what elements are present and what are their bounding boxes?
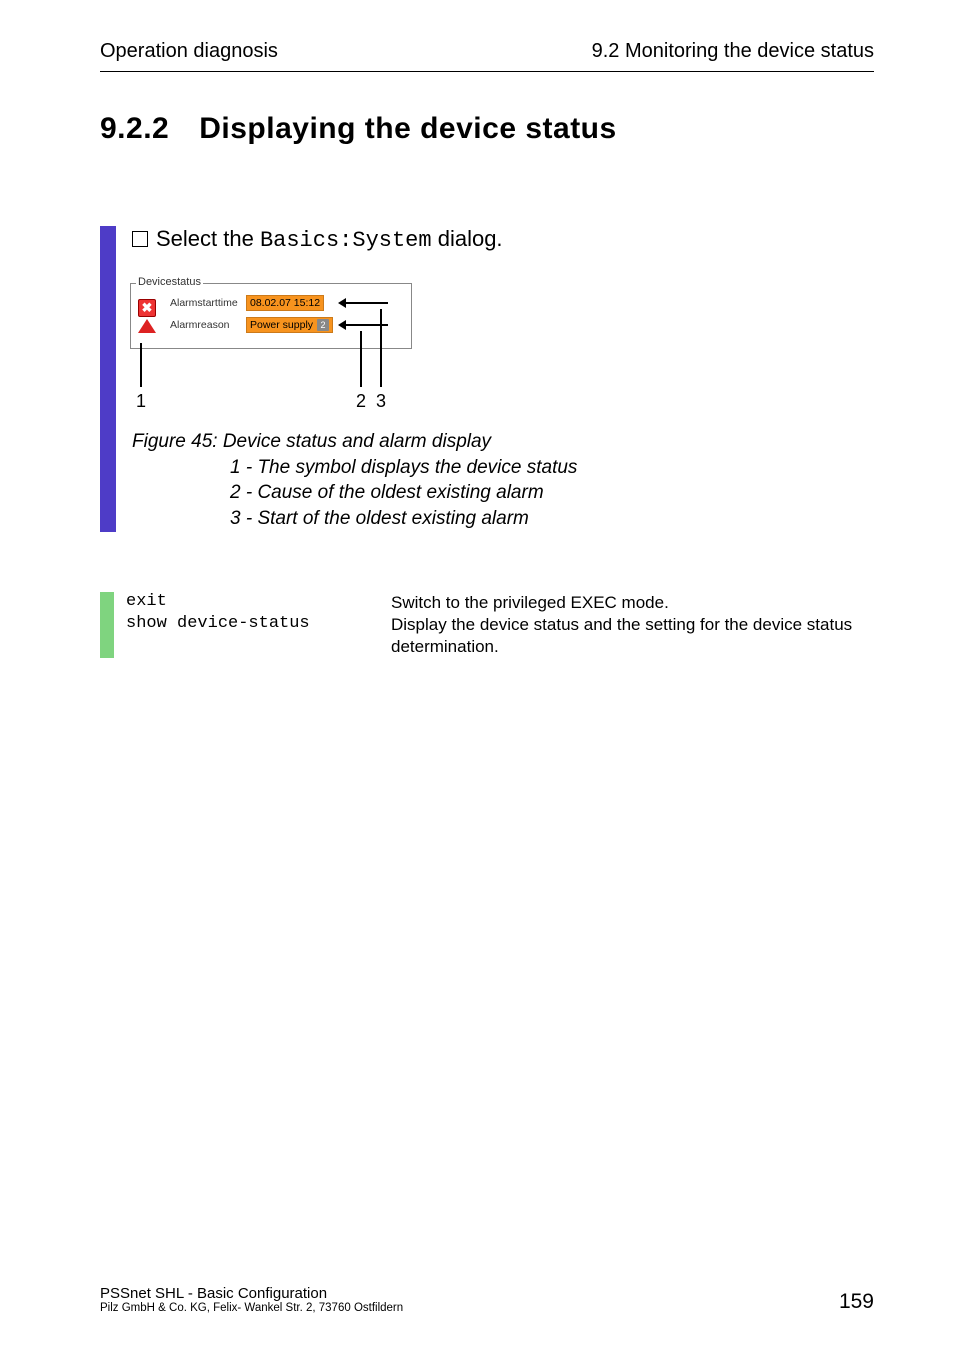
alarm-starttime-row: Alarmstarttime 08.02.07 15:12 (170, 295, 324, 311)
callout-number-2: 2 (356, 391, 366, 412)
section-heading: 9.2.2 Displaying the device status (100, 112, 874, 146)
error-x-icon: ✖ (138, 299, 156, 317)
green-sidebar (100, 592, 114, 658)
callout-arrow-2 (346, 324, 388, 326)
gui-instruction-content: Select the Basics:System dialog. Devices… (132, 226, 874, 532)
callout-number-1: 1 (136, 391, 146, 412)
select-post: dialog. (432, 226, 503, 251)
footer-line-2: Pilz GmbH & Co. KG, Felix- Wankel Str. 2… (100, 1302, 874, 1314)
command-1-desc: Switch to the privileged EXEC mode. (391, 592, 874, 614)
cli-instruction-block: exit Switch to the privileged EXEC mode.… (100, 592, 874, 658)
command-1: exit (126, 592, 391, 614)
section-number: 9.2.2 (100, 112, 169, 146)
blue-sidebar (100, 226, 116, 532)
command-row-1: exit Switch to the privileged EXEC mode. (126, 592, 874, 614)
alarm-reason-text: Power supply (250, 318, 313, 332)
figure-caption: Figure 45: Device status and alarm displ… (132, 429, 874, 532)
devicestatus-fieldset: Devicestatus ✖ Alarmstarttime 08.02.07 1… (124, 277, 424, 367)
caption-line-2: 2 - Cause of the oldest existing alarm (230, 480, 874, 506)
command-2: show device-status (126, 614, 391, 658)
alarm-reason-badge: 2 (317, 319, 329, 331)
select-line: Select the Basics:System dialog. (132, 226, 874, 253)
header-rule (100, 71, 874, 72)
alarm-reason-value: Power supply 2 (246, 317, 333, 333)
select-pre: Select the (156, 226, 260, 251)
warning-triangle-icon (138, 319, 156, 333)
alarm-reason-label: Alarmreason (170, 319, 246, 331)
header-left: Operation diagnosis (100, 40, 278, 63)
status-icon-stack: ✖ (138, 299, 162, 335)
page: Operation diagnosis 9.2 Monitoring the d… (0, 0, 954, 1354)
footer-line-1: PSSnet SHL - Basic Configuration (100, 1285, 874, 1302)
caption-line-3: 3 - Start of the oldest existing alarm (230, 506, 874, 532)
callout-number-3: 3 (376, 391, 386, 412)
checkbox-icon (132, 231, 148, 247)
fieldset-legend: Devicestatus (136, 276, 203, 288)
gui-instruction-block: Select the Basics:System dialog. Devices… (100, 226, 874, 532)
alarm-reason-row: Alarmreason Power supply 2 (170, 317, 333, 333)
caption-line-0: Figure 45: Device status and alarm displ… (132, 429, 874, 455)
callout-line-1 (140, 343, 142, 387)
command-row-2: show device-status Display the device st… (126, 614, 874, 658)
page-number: 159 (839, 1290, 874, 1314)
command-2-desc: Display the device status and the settin… (391, 614, 874, 658)
header-right: 9.2 Monitoring the device status (592, 40, 874, 63)
callout-arrow-3 (346, 302, 388, 304)
page-footer: PSSnet SHL - Basic Configuration Pilz Gm… (100, 1285, 874, 1314)
callout-line-2 (360, 331, 362, 387)
devicestatus-figure: Devicestatus ✖ Alarmstarttime 08.02.07 1… (124, 277, 874, 415)
command-table: exit Switch to the privileged EXEC mode.… (126, 592, 874, 658)
select-code: Basics:System (260, 228, 432, 253)
alarm-starttime-value: 08.02.07 15:12 (246, 295, 324, 311)
callout-line-3 (380, 309, 382, 387)
caption-line-1: 1 - The symbol displays the device statu… (230, 455, 874, 481)
section-title: Displaying the device status (199, 112, 616, 145)
fieldset-border (130, 283, 412, 349)
alarm-starttime-label: Alarmstarttime (170, 297, 246, 309)
callout-lines: 1 2 3 (116, 369, 436, 415)
page-header: Operation diagnosis 9.2 Monitoring the d… (100, 40, 874, 63)
